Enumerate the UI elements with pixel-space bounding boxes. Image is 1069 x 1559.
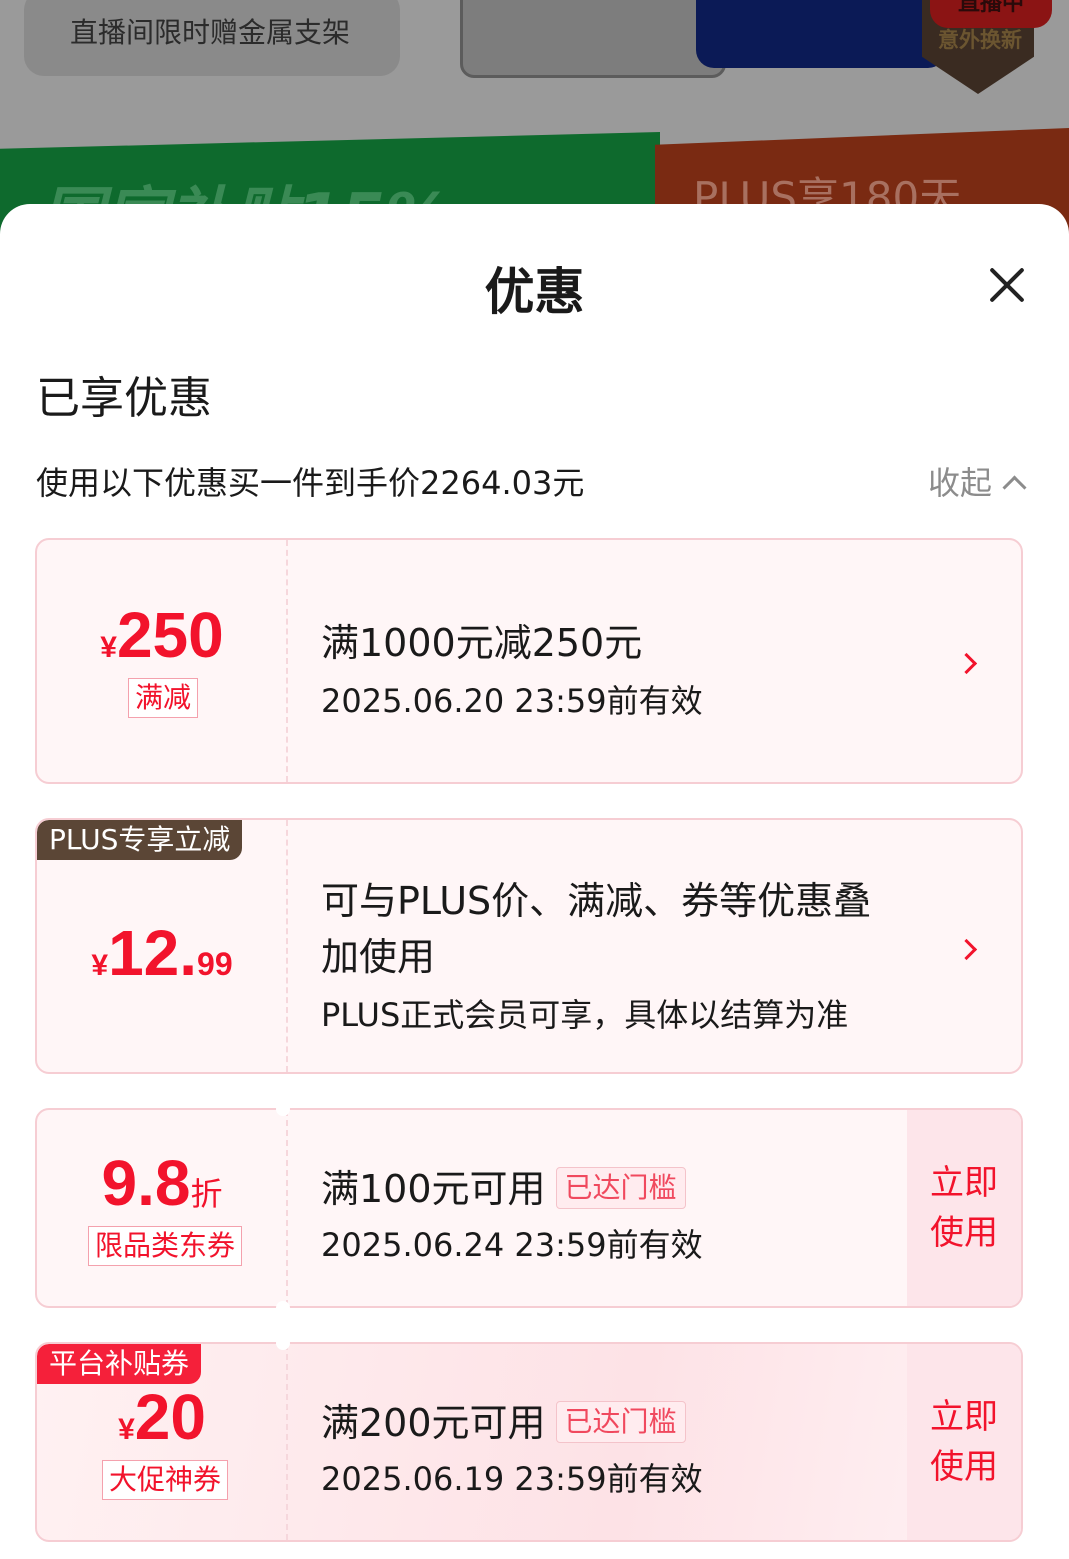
- discount-sheet: 优惠 已享优惠 使用以下优惠买一件到手价2264.03元 收起 ¥250 满减 …: [0, 204, 1069, 1559]
- currency-symbol: ¥: [91, 949, 109, 982]
- coupon-validity: 2025.06.19 23:59前有效: [321, 1460, 703, 1498]
- coupon-amount: 9.8折: [37, 1146, 287, 1220]
- amount-value: 20: [134, 1381, 206, 1453]
- use-now-line1: 立即: [930, 1397, 998, 1437]
- coupon-card-platform: 平台补贴券 ¥20 大促神券 满200元可用 已达门槛 2025.06.19 23…: [35, 1342, 1023, 1542]
- card-notch: [276, 1102, 290, 1116]
- use-now-button[interactable]: 立即 使用: [907, 1344, 1021, 1540]
- collapse-label: 收起: [928, 464, 993, 502]
- coupon-card-full-reduction[interactable]: ¥250 满减 满1000元减250元 2025.06.20 23:59前有效: [35, 538, 1023, 784]
- coupon-amount: ¥20: [37, 1380, 287, 1454]
- threshold-reached-badge: 已达门槛: [555, 1166, 686, 1209]
- coupon-title: 满200元可用: [321, 1401, 546, 1445]
- close-icon[interactable]: [980, 258, 1034, 312]
- product-image-blue: [696, 0, 946, 68]
- coupon-title-line1: 可与PLUS价、满减、券等优惠叠: [321, 879, 872, 923]
- coupon-title: 满1000元减250元: [321, 621, 643, 665]
- gift-pill: 直播间限时赠金属支架: [24, 0, 400, 76]
- amount-value: 250: [116, 599, 224, 671]
- coupon-threshold: 满200元可用 已达门槛: [321, 1392, 686, 1447]
- amount-integer: 12.: [108, 917, 198, 989]
- discount-unit: 折: [190, 1176, 223, 1212]
- card-notch: [276, 1336, 290, 1350]
- currency-symbol: ¥: [118, 1413, 135, 1446]
- coupon-card-category: 9.8折 限品类东券 满100元可用 已达门槛 2025.06.24 23:59前…: [35, 1108, 1023, 1308]
- sheet-title: 优惠: [484, 263, 585, 321]
- currency-symbol: ¥: [100, 631, 117, 664]
- final-price-summary: 使用以下优惠买一件到手价2264.03元: [36, 464, 585, 502]
- product-image-silver: [460, 0, 726, 78]
- coupon-type-tag: 限品类东券: [88, 1226, 243, 1266]
- coupon-type-tag: 大促神券: [102, 1460, 229, 1500]
- coupon-title: 满100元可用: [321, 1167, 546, 1211]
- use-now-button[interactable]: 立即 使用: [907, 1110, 1021, 1306]
- coupon-note: PLUS正式会员可享，具体以结算为准: [321, 996, 849, 1034]
- threshold-reached-badge: 已达门槛: [555, 1400, 686, 1443]
- platform-corner-tag: 平台补贴券: [37, 1344, 202, 1384]
- collapse-button[interactable]: 收起: [928, 458, 1027, 504]
- chevron-up-icon: [1002, 475, 1027, 500]
- coupon-amount: ¥250: [37, 598, 287, 672]
- chevron-right-icon[interactable]: [955, 652, 978, 675]
- coupon-threshold: 满100元可用 已达门槛: [321, 1158, 686, 1213]
- section-title: 已享优惠: [36, 373, 212, 424]
- coupon-title-line2: 加使用: [321, 935, 436, 979]
- discount-value: 9.8: [101, 1147, 191, 1219]
- plus-corner-tag: PLUS专享立减: [37, 820, 243, 860]
- replacement-badge-label: 意外换新: [938, 28, 1022, 52]
- coupon-validity: 2025.06.24 23:59前有效: [321, 1226, 703, 1264]
- card-notch: [276, 1301, 290, 1315]
- use-now-line2: 使用: [930, 1213, 998, 1253]
- use-now-line1: 立即: [930, 1163, 998, 1203]
- coupon-type-tag: 满减: [128, 678, 199, 718]
- amount-decimal: 99: [197, 946, 233, 982]
- coupon-validity: 2025.06.20 23:59前有效: [321, 682, 703, 720]
- coupon-amount: ¥12.99: [37, 916, 287, 990]
- coupon-card-plus[interactable]: PLUS专享立减 ¥12.99 可与PLUS价、满减、券等优惠叠 加使用 PLU…: [35, 818, 1023, 1074]
- chevron-right-icon[interactable]: [955, 938, 978, 961]
- use-now-line2: 使用: [930, 1447, 998, 1487]
